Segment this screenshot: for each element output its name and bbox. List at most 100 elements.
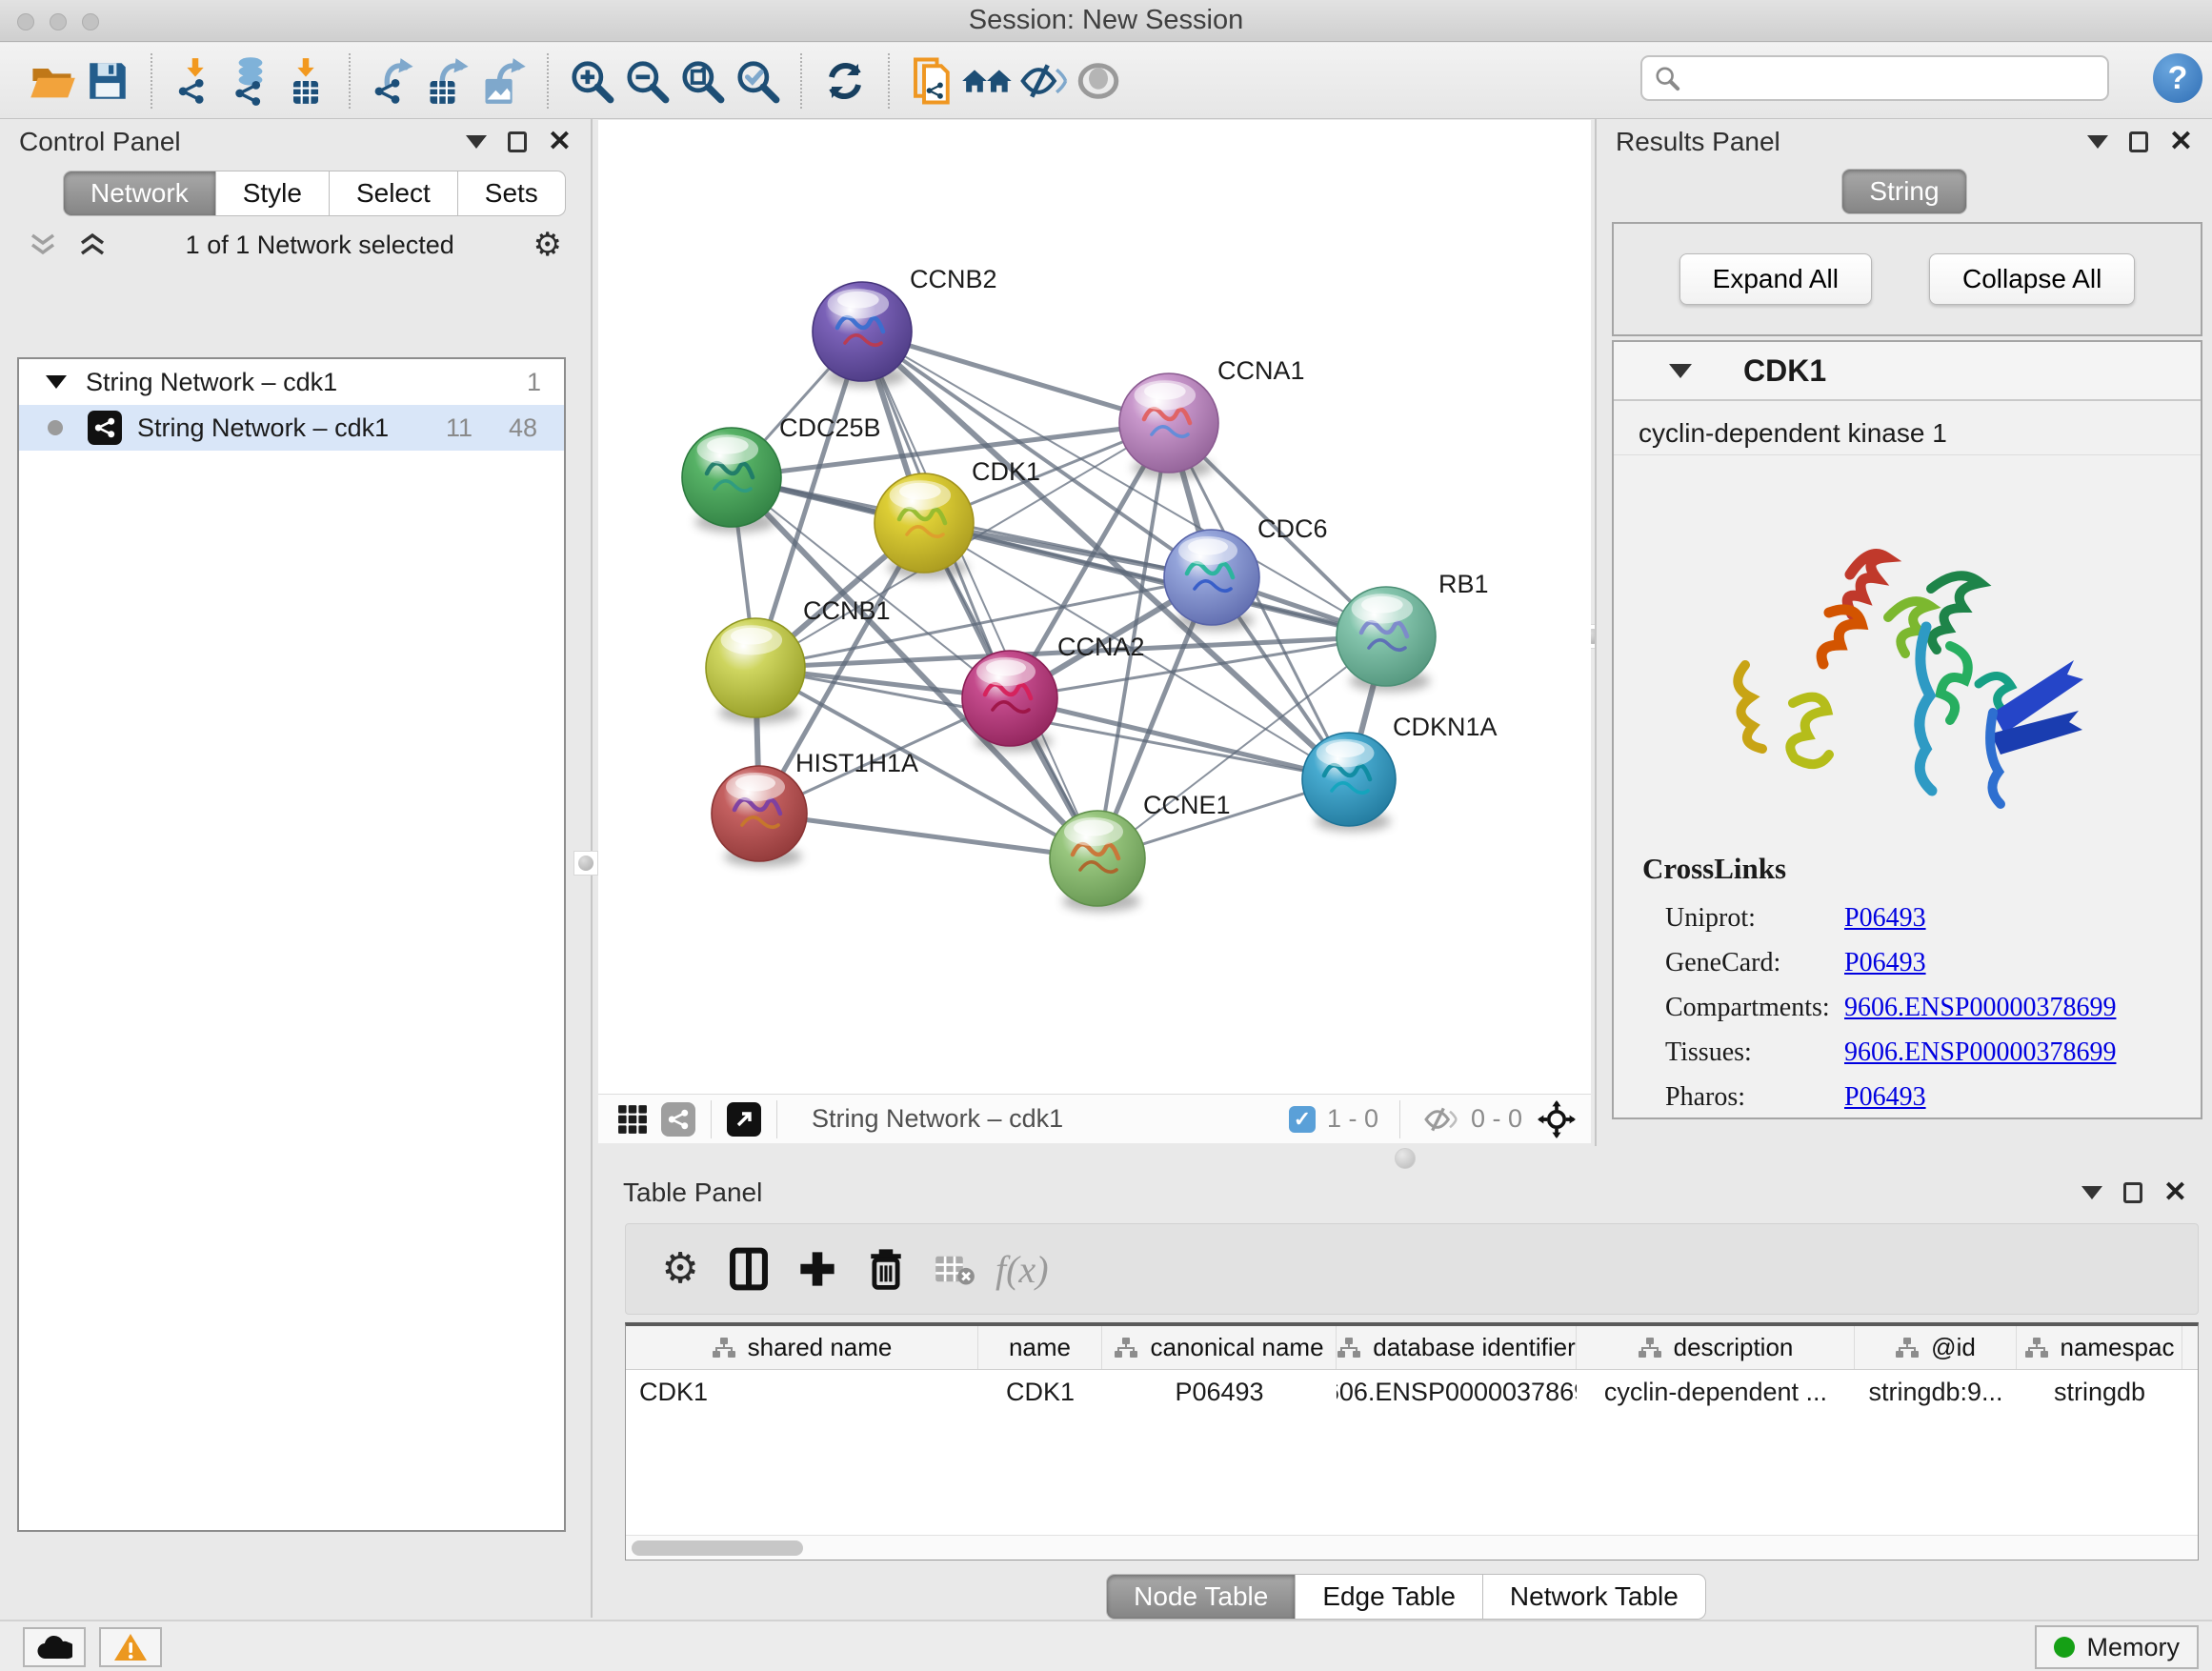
minimize-window-button[interactable] xyxy=(50,13,67,30)
crosslink-link[interactable]: P06493 xyxy=(1844,948,1926,977)
network-options-gear-icon[interactable]: ⚙ xyxy=(533,229,562,261)
table-horizontal-scrollbar[interactable] xyxy=(626,1535,2198,1560)
float-panel-icon[interactable] xyxy=(508,131,527,152)
create-column-button[interactable] xyxy=(790,1240,845,1298)
export-network-button[interactable] xyxy=(366,50,421,111)
scrollbar-thumb[interactable] xyxy=(632,1540,803,1556)
horizontal-splitter-handle[interactable] xyxy=(1395,1148,1416,1169)
open-session-button[interactable] xyxy=(25,50,80,111)
network-node-ccna2[interactable] xyxy=(962,651,1057,752)
network-node-cdc25b[interactable] xyxy=(682,428,781,533)
export-table-button[interactable] xyxy=(421,50,476,111)
panel-menu-icon[interactable] xyxy=(466,135,487,149)
expand-all-button[interactable]: Expand All xyxy=(1679,253,1872,305)
network-node-cdkn1a[interactable] xyxy=(1302,733,1396,832)
tab-network[interactable]: Network xyxy=(63,171,216,216)
tab-style[interactable]: Style xyxy=(216,171,330,216)
warnings-button[interactable] xyxy=(99,1627,162,1667)
tab-select[interactable]: Select xyxy=(330,171,458,216)
table-row[interactable]: CDK1CDK1P064939606.ENSP00000378699cyclin… xyxy=(626,1370,2198,1414)
network-node-rb1[interactable] xyxy=(1337,587,1436,692)
network-node-hist1h1a[interactable] xyxy=(712,766,807,867)
column-header-database-identifier[interactable]: database identifier xyxy=(1337,1326,1577,1369)
import-table-from-file-button[interactable] xyxy=(278,50,333,111)
cloud-status-button[interactable] xyxy=(23,1627,86,1667)
table-cell[interactable]: cyclin-dependent ... xyxy=(1577,1370,1855,1414)
help-button[interactable]: ? xyxy=(2153,53,2202,103)
import-network-from-database-button[interactable] xyxy=(223,50,278,111)
network-edge[interactable] xyxy=(759,814,1097,858)
network-node-cdc6[interactable] xyxy=(1164,530,1259,631)
left-splitter-handle[interactable] xyxy=(573,851,598,876)
crosslink-link[interactable]: P06493 xyxy=(1844,1082,1926,1112)
pan-mode-button[interactable] xyxy=(1534,1098,1579,1140)
hide-selected-button[interactable] xyxy=(1016,50,1071,111)
table-cell[interactable]: P06493 xyxy=(1102,1370,1337,1414)
tab-edge-table[interactable]: Edge Table xyxy=(1296,1574,1483,1620)
select-columns-button[interactable] xyxy=(721,1240,776,1298)
zoom-window-button[interactable] xyxy=(82,13,99,30)
save-session-button[interactable] xyxy=(80,50,135,111)
collection-caret-icon[interactable] xyxy=(46,375,67,389)
column-header-shared-name[interactable]: shared name xyxy=(626,1326,978,1369)
zoom-in-button[interactable] xyxy=(564,50,619,111)
float-panel-icon[interactable] xyxy=(2123,1182,2142,1203)
zoom-out-button[interactable] xyxy=(619,50,674,111)
float-panel-icon[interactable] xyxy=(2129,131,2148,152)
zoom-selected-button[interactable] xyxy=(730,50,785,111)
tab-network-table[interactable]: Network Table xyxy=(1483,1574,1706,1620)
search-input[interactable] xyxy=(1680,64,2090,93)
delete-table-button[interactable] xyxy=(927,1240,982,1298)
network-node-ccnb1[interactable] xyxy=(706,618,805,723)
memory-button[interactable]: Memory xyxy=(2035,1625,2199,1669)
network-node-ccna1[interactable] xyxy=(1119,373,1218,478)
birds-eye-view-button[interactable] xyxy=(610,1098,655,1140)
new-network-from-selection-button[interactable] xyxy=(905,50,960,111)
table-cell[interactable]: stringdb xyxy=(2017,1370,2182,1414)
crosslink-link[interactable]: 9606.ENSP00000378699 xyxy=(1844,993,2116,1022)
network-edge[interactable] xyxy=(1010,698,1349,779)
string-panel-button[interactable] xyxy=(655,1098,701,1140)
column-header-description[interactable]: description xyxy=(1577,1326,1855,1369)
column-header-namespac[interactable]: namespac xyxy=(2017,1326,2182,1369)
show-all-button[interactable] xyxy=(1071,50,1126,111)
collapse-all-button[interactable]: Collapse All xyxy=(1929,253,2135,305)
apply-layout-button[interactable] xyxy=(817,50,873,111)
table-cell[interactable]: 9606.ENSP00000378699 xyxy=(1337,1370,1577,1414)
close-window-button[interactable] xyxy=(17,13,34,30)
collapse-all-icon[interactable] xyxy=(29,232,57,257)
crosslink-link[interactable]: 9606.ENSP00000378699 xyxy=(1844,1037,2116,1067)
table-cell[interactable]: stringdb:9... xyxy=(1855,1370,2017,1414)
network-canvas[interactable]: CCNB2CCNA1CDC25BCDK1CDC6RB1CCNB1CCNA2CDK… xyxy=(598,120,1591,1094)
function-builder-button[interactable]: f(x) xyxy=(995,1247,1049,1292)
export-image-button[interactable] xyxy=(476,50,532,111)
tab-sets[interactable]: Sets xyxy=(458,171,566,216)
network-collection-row[interactable]: String Network – cdk1 1 xyxy=(19,359,564,405)
delete-columns-button[interactable] xyxy=(858,1240,914,1298)
protein-card-header[interactable]: CDK1 xyxy=(1614,342,2201,401)
network-node-cdk1[interactable] xyxy=(875,473,974,578)
close-panel-icon[interactable]: ✕ xyxy=(548,128,572,156)
open-in-window-button[interactable] xyxy=(721,1098,767,1140)
network-node-ccne1[interactable] xyxy=(1050,811,1145,912)
close-panel-icon[interactable]: ✕ xyxy=(2169,128,2193,156)
panel-menu-icon[interactable] xyxy=(2081,1186,2102,1199)
table-settings-button[interactable]: ⚙ xyxy=(653,1240,708,1298)
network-row[interactable]: String Network – cdk1 11 48 xyxy=(19,405,564,451)
column-header-canonical-name[interactable]: canonical name xyxy=(1102,1326,1337,1369)
crosslink-link[interactable]: P06493 xyxy=(1844,903,1926,933)
tab-node-table[interactable]: Node Table xyxy=(1106,1574,1296,1620)
column-header--id[interactable]: @id xyxy=(1855,1326,2017,1369)
table-cell[interactable]: CDK1 xyxy=(626,1370,978,1414)
import-network-from-file-button[interactable] xyxy=(168,50,223,111)
table-cell[interactable]: CDK1 xyxy=(978,1370,1102,1414)
network-edge[interactable] xyxy=(862,332,1097,858)
tab-string[interactable]: String xyxy=(1841,169,1966,214)
first-neighbors-button[interactable] xyxy=(960,50,1016,111)
column-header-name[interactable]: name xyxy=(978,1326,1102,1369)
expand-all-icon[interactable] xyxy=(78,232,107,257)
close-panel-icon[interactable]: ✕ xyxy=(2163,1178,2187,1207)
panel-menu-icon[interactable] xyxy=(2087,135,2108,149)
selected-checkbox-icon[interactable]: ✓ xyxy=(1289,1106,1316,1133)
zoom-fit-button[interactable] xyxy=(674,50,730,111)
